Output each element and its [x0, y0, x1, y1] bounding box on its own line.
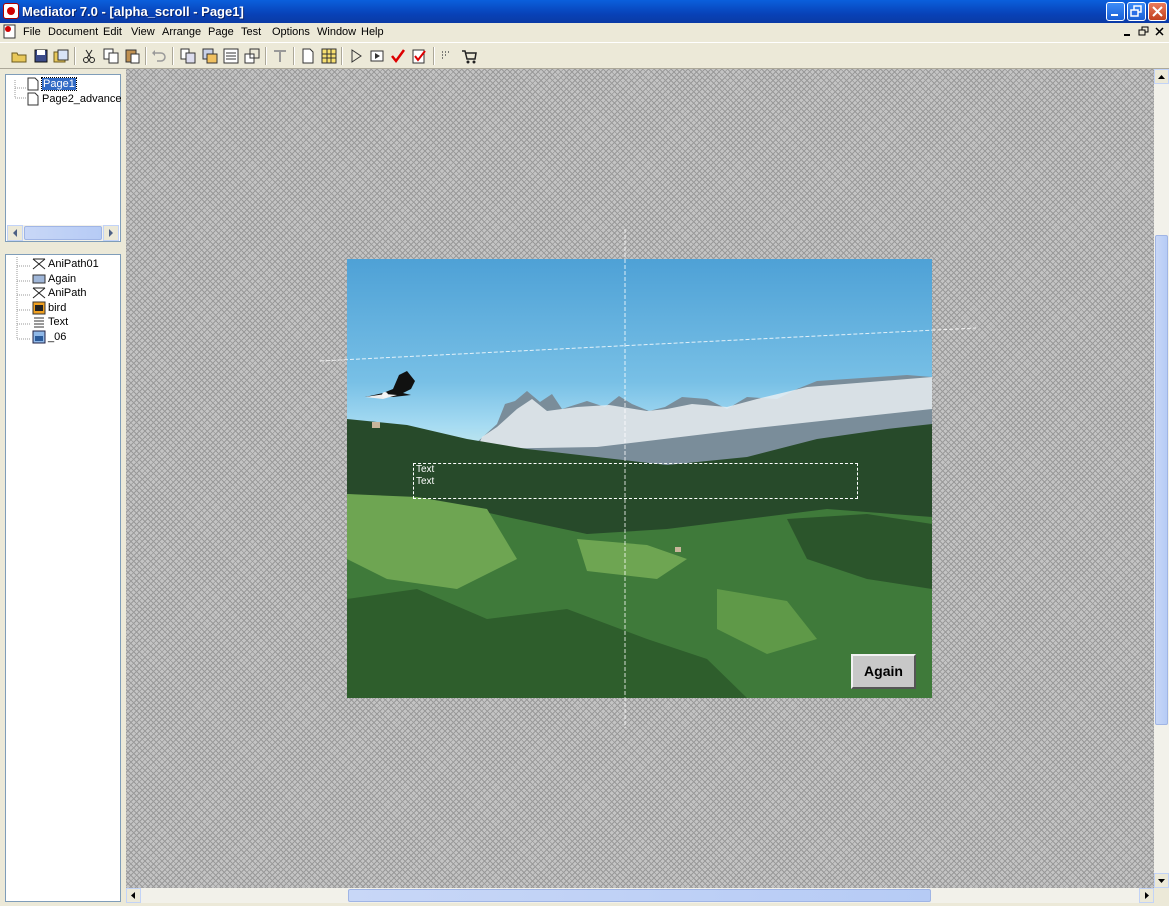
image-object-icon	[32, 330, 46, 344]
open-icon[interactable]	[10, 47, 28, 65]
scroll-left-button[interactable]	[126, 888, 141, 903]
object-properties-icon[interactable]	[201, 47, 219, 65]
menu-test[interactable]: Test	[241, 26, 261, 38]
page-icon	[27, 77, 39, 91]
scroll-left-button[interactable]	[7, 225, 23, 241]
window-title: Mediator 7.0 - [alpha_scroll - Page1]	[22, 4, 244, 19]
toolbar-separator	[172, 47, 174, 65]
scroll-thumb[interactable]	[24, 226, 102, 240]
toolbar-separator	[74, 47, 76, 65]
menu-help[interactable]: Help	[361, 26, 384, 38]
menu-page[interactable]: Page	[208, 26, 234, 38]
new-page-icon[interactable]	[299, 47, 317, 65]
minimize-button[interactable]	[1106, 2, 1125, 21]
scroll-down-button[interactable]	[1154, 873, 1169, 888]
cut-icon[interactable]	[80, 47, 98, 65]
scroll-thumb[interactable]	[348, 889, 931, 902]
scroll-right-button[interactable]	[1139, 888, 1154, 903]
cart-icon[interactable]	[460, 47, 478, 65]
toolbar	[0, 42, 1169, 69]
list-icon[interactable]	[222, 47, 240, 65]
mdi-minimize-icon[interactable]	[1121, 26, 1135, 38]
scroll-right-button[interactable]	[103, 225, 119, 241]
check-page-icon[interactable]	[410, 47, 428, 65]
menu-document[interactable]: Document	[48, 26, 98, 38]
toolbar-separator	[265, 47, 267, 65]
document-icon[interactable]	[3, 24, 17, 39]
undo-icon[interactable]	[150, 47, 168, 65]
snap-icon[interactable]	[439, 47, 457, 65]
toolbar-separator	[341, 47, 343, 65]
vertical-scrollbar[interactable]	[1154, 69, 1169, 888]
tree-lines	[16, 257, 30, 340]
scroll-thumb[interactable]	[1155, 235, 1168, 725]
align-icon[interactable]	[271, 47, 289, 65]
menu-options[interactable]: Options	[272, 26, 310, 38]
check-icon[interactable]	[389, 47, 407, 65]
toolbar-separator	[433, 47, 435, 65]
arrow-right-icon	[109, 229, 113, 237]
pages-panel: Page1 Page2_advanced	[5, 74, 121, 242]
arrow-left-icon	[13, 229, 17, 237]
toolbar-separator	[293, 47, 295, 65]
path-icon	[32, 258, 46, 270]
save-icon[interactable]	[32, 47, 50, 65]
text-object-icon	[34, 317, 44, 328]
menu-arrange[interactable]: Arrange	[162, 26, 201, 38]
menu-bar: File Document Edit View Arrange Page Tes…	[0, 23, 1169, 42]
gif-icon	[32, 301, 46, 315]
animation-paths[interactable]	[126, 69, 1154, 888]
page-icon	[27, 92, 39, 106]
resize-icon[interactable]	[243, 47, 261, 65]
save-all-icon[interactable]	[52, 47, 70, 65]
menu-view[interactable]: View	[131, 26, 155, 38]
menu-edit[interactable]: Edit	[103, 26, 122, 38]
menu-file[interactable]: File	[23, 26, 41, 38]
mdi-close-icon[interactable]	[1154, 26, 1168, 38]
pages-horizontal-scrollbar[interactable]	[7, 225, 119, 241]
arrow-up-icon	[1158, 75, 1165, 79]
restore-icon	[1130, 5, 1142, 17]
app-icon[interactable]	[3, 3, 19, 19]
objects-panel: AniPath01 Again AniPath bird Text _06	[5, 254, 121, 902]
close-icon	[1152, 6, 1163, 17]
menu-window[interactable]: Window	[317, 26, 356, 38]
scroll-up-button[interactable]	[1154, 69, 1169, 84]
mdi-restore-icon[interactable]	[1137, 26, 1151, 38]
restore-button[interactable]	[1127, 2, 1146, 21]
arrow-down-icon	[1158, 879, 1165, 883]
play-icon[interactable]	[347, 47, 365, 65]
arrow-left-icon	[131, 892, 135, 899]
grid-icon[interactable]	[320, 47, 338, 65]
arrow-right-icon	[1145, 892, 1149, 899]
title-bar: Mediator 7.0 - [alpha_scroll - Page1]	[0, 0, 1169, 23]
path-icon	[32, 287, 46, 299]
close-button[interactable]	[1148, 2, 1167, 21]
horizontal-scrollbar[interactable]	[126, 888, 1154, 903]
button-object-icon	[32, 274, 46, 284]
copy-icon[interactable]	[102, 47, 120, 65]
toolbar-separator	[145, 47, 147, 65]
scrollbar-corner	[1154, 888, 1169, 903]
paste-icon[interactable]	[123, 47, 141, 65]
minimize-icon	[1111, 14, 1118, 16]
object-icon[interactable]	[179, 47, 197, 65]
preview-icon[interactable]	[368, 47, 386, 65]
